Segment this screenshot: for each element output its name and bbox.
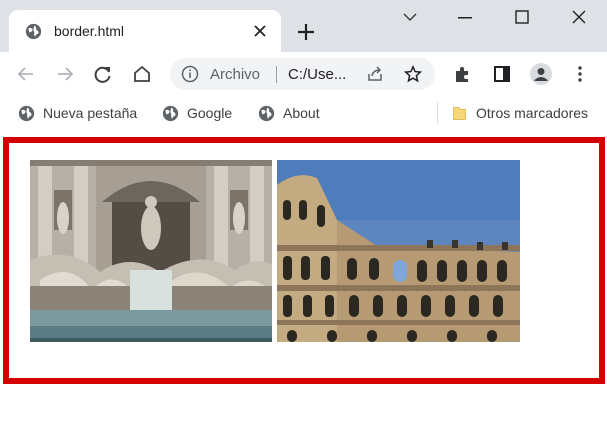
bookmark-label: Otros marcadores (476, 105, 589, 121)
bookmark-otros-marcadores[interactable]: Otros marcadores (451, 103, 588, 123)
tab-title: border.html (54, 23, 125, 39)
trevi-fountain-image (30, 160, 272, 342)
globe-icon (162, 105, 179, 121)
colosseum-image (277, 160, 520, 342)
avatar-icon[interactable] (530, 63, 552, 85)
tab-border-html[interactable]: border.html (9, 10, 281, 52)
side-panel-icon[interactable] (492, 64, 512, 84)
address-bar[interactable]: Archivo C:/Use... (170, 58, 435, 90)
bookmark-label: Nueva pestaña (43, 105, 138, 121)
home-icon[interactable] (132, 64, 152, 84)
globe-icon (258, 105, 275, 121)
bookmarks-bar: Nueva pestaña Google About Otros marcado… (0, 96, 607, 130)
folder-icon (453, 106, 466, 120)
bookmark-google[interactable]: Google (162, 103, 232, 123)
globe-icon (18, 105, 35, 121)
maximize-icon[interactable] (515, 10, 529, 24)
address-separator (276, 66, 277, 83)
toolbar: Archivo C:/Use... (0, 52, 607, 96)
puzzle-icon[interactable] (453, 64, 473, 84)
bookmarks-separator (437, 102, 438, 124)
plus-icon[interactable] (296, 22, 316, 42)
star-icon[interactable] (404, 65, 422, 83)
bookmark-about[interactable]: About (258, 103, 320, 123)
three-dots-icon[interactable] (570, 64, 590, 84)
close-window-icon[interactable] (572, 10, 586, 24)
close-icon[interactable] (252, 23, 268, 39)
share-icon[interactable] (366, 65, 384, 83)
reload-icon[interactable] (93, 64, 113, 84)
url-text[interactable]: C:/Use... (288, 66, 346, 83)
page-content (0, 131, 607, 439)
forward-arrow-icon[interactable] (55, 64, 75, 84)
scheme-label: Archivo (210, 66, 261, 83)
globe-icon (25, 23, 42, 40)
tab-strip: border.html (0, 0, 607, 52)
info-icon[interactable] (181, 65, 199, 83)
chevron-down-icon[interactable] (403, 12, 417, 22)
bookmark-nueva-pestana[interactable]: Nueva pestaña (18, 103, 137, 123)
bookmark-label: Google (187, 105, 233, 121)
back-arrow-icon[interactable] (16, 64, 36, 84)
bookmark-label: About (283, 105, 320, 121)
minimize-icon[interactable] (458, 17, 472, 19)
